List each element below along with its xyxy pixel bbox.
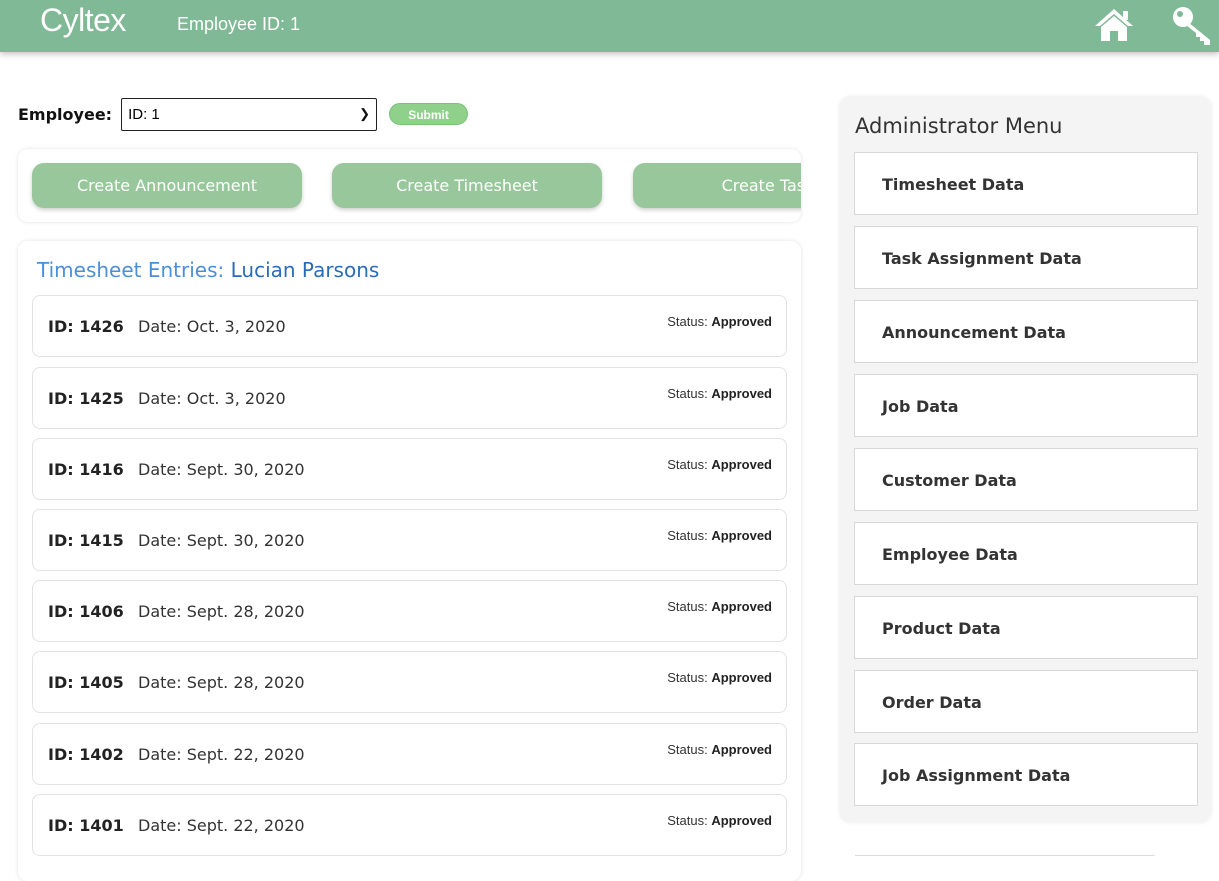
menu-item-job-data[interactable]: Job Data [854, 374, 1198, 437]
menu-item-announcement-data[interactable]: Announcement Data [854, 300, 1198, 363]
entry-status: Status: Approved [667, 599, 772, 614]
timesheet-entry[interactable]: ID: 1416 Date: Sept. 30, 2020 Status: Ap… [32, 438, 787, 500]
entry-date: Date: Sept. 28, 2020 [138, 602, 305, 621]
home-icon[interactable] [1094, 6, 1134, 44]
entry-date: Date: Sept. 30, 2020 [138, 531, 305, 550]
create-announcement-button[interactable]: Create Announcement [32, 163, 302, 208]
entry-status: Status: Approved [667, 528, 772, 543]
entry-id: ID: 1402 [48, 745, 124, 764]
employee-select-value: ID: 1 [128, 105, 160, 123]
menu-item-customer-data[interactable]: Customer Data [854, 448, 1198, 511]
administrator-menu-title: Administrator Menu [855, 114, 1063, 138]
status-value: Approved [711, 528, 772, 543]
timesheet-entries-title: Timesheet Entries: Lucian Parsons [37, 258, 379, 282]
status-value: Approved [711, 742, 772, 757]
entry-status: Status: Approved [667, 386, 772, 401]
entry-date: Date: Sept. 22, 2020 [138, 745, 305, 764]
menu-item-timesheet-data[interactable]: Timesheet Data [854, 152, 1198, 215]
entry-date: Date: Oct. 3, 2020 [138, 389, 286, 408]
create-task-button[interactable]: Create Task [633, 163, 801, 208]
status-value: Approved [711, 599, 772, 614]
entry-id: ID: 1406 [48, 602, 124, 621]
status-value: Approved [711, 670, 772, 685]
entry-status: Status: Approved [667, 670, 772, 685]
entry-status: Status: Approved [667, 742, 772, 757]
action-bar: Create Announcement Create Timesheet Cre… [18, 149, 801, 222]
entry-date: Date: Oct. 3, 2020 [138, 317, 286, 336]
administrator-menu: Administrator Menu Timesheet Data Task A… [840, 97, 1211, 822]
entry-id: ID: 1405 [48, 673, 124, 692]
entry-date: Date: Sept. 28, 2020 [138, 673, 305, 692]
timesheet-entries-panel: Timesheet Entries: Lucian Parsons ID: 14… [18, 241, 801, 881]
employee-selector-row: Employee: ID: 1 ❯ Submit [18, 97, 469, 131]
menu-item-order-data[interactable]: Order Data [854, 670, 1198, 733]
timesheet-entry[interactable]: ID: 1415 Date: Sept. 30, 2020 Status: Ap… [32, 509, 787, 571]
timesheet-entry[interactable]: ID: 1426 Date: Oct. 3, 2020 Status: Appr… [32, 295, 787, 357]
key-icon[interactable] [1170, 4, 1216, 46]
timesheet-entries-label: Timesheet Entries: [37, 258, 225, 282]
menu-item-employee-data[interactable]: Employee Data [854, 522, 1198, 585]
entry-status: Status: Approved [667, 813, 772, 828]
status-value: Approved [711, 386, 772, 401]
timesheet-entry[interactable]: ID: 1401 Date: Sept. 22, 2020 Status: Ap… [32, 794, 787, 856]
status-value: Approved [711, 813, 772, 828]
brand-logo[interactable]: Cyltex [40, 2, 126, 39]
timesheet-entry[interactable]: ID: 1402 Date: Sept. 22, 2020 Status: Ap… [32, 723, 787, 785]
chevron-down-icon: ❯ [359, 105, 371, 121]
entry-id: ID: 1401 [48, 816, 124, 835]
employee-label: Employee: [18, 104, 113, 124]
entry-status: Status: Approved [667, 457, 772, 472]
status-value: Approved [711, 457, 772, 472]
entry-date: Date: Sept. 22, 2020 [138, 816, 305, 835]
timesheet-entry[interactable]: ID: 1405 Date: Sept. 28, 2020 Status: Ap… [32, 651, 787, 713]
menu-item-job-assignment-data[interactable]: Job Assignment Data [854, 743, 1198, 806]
entry-date: Date: Sept. 30, 2020 [138, 460, 305, 479]
panel-divider [855, 855, 1155, 863]
entry-status: Status: Approved [667, 314, 772, 329]
entry-id: ID: 1415 [48, 531, 124, 550]
entry-id: ID: 1426 [48, 317, 124, 336]
timesheet-entry[interactable]: ID: 1425 Date: Oct. 3, 2020 Status: Appr… [32, 367, 787, 429]
submit-button[interactable]: Submit [389, 103, 469, 125]
status-value: Approved [711, 314, 772, 329]
create-timesheet-button[interactable]: Create Timesheet [332, 163, 602, 208]
menu-item-task-assignment-data[interactable]: Task Assignment Data [854, 226, 1198, 289]
timesheet-entry[interactable]: ID: 1406 Date: Sept. 28, 2020 Status: Ap… [32, 580, 787, 642]
employee-select[interactable]: ID: 1 ❯ [121, 97, 378, 131]
entry-id: ID: 1416 [48, 460, 124, 479]
entry-id: ID: 1425 [48, 389, 124, 408]
menu-item-product-data[interactable]: Product Data [854, 596, 1198, 659]
employee-name: Lucian Parsons [230, 258, 380, 282]
top-navbar: Cyltex Employee ID: 1 [0, 0, 1219, 52]
employee-id-label: Employee ID: 1 [177, 14, 301, 34]
